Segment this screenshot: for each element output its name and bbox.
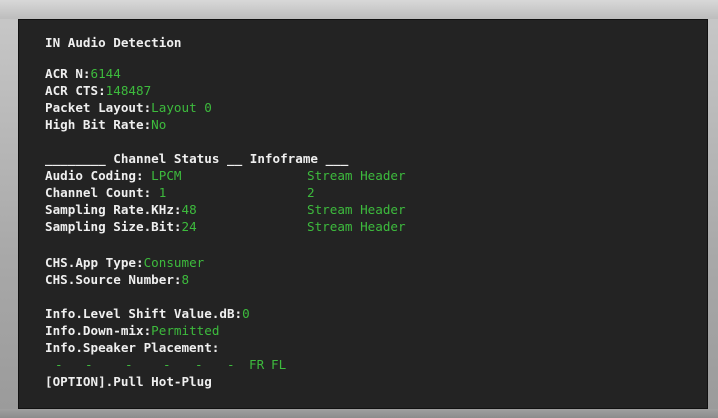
- bottom-bezel: [0, 409, 718, 418]
- acr-n-value: 6144: [90, 66, 121, 81]
- speaker-slot: -: [195, 357, 203, 372]
- table-row: Audio Coding: LPCM Stream Header: [45, 168, 605, 184]
- header-prefix: ________: [45, 151, 106, 166]
- speaker-slot: -: [227, 357, 235, 372]
- header-mid: __: [227, 151, 243, 166]
- high-bit-rate-label: High Bit Rate:: [45, 117, 152, 132]
- high-bit-rate-row: High Bit Rate:No: [45, 117, 166, 133]
- high-bit-rate-value: No: [151, 117, 167, 132]
- row-channel-value: LPCM: [151, 168, 182, 183]
- speaker-slot: -: [125, 357, 133, 372]
- speaker-placement-label: Info.Speaker Placement:: [45, 340, 220, 355]
- speaker-slot: FL: [271, 357, 287, 372]
- level-shift-row: Info.Level Shift Value.dB:0: [45, 306, 250, 322]
- chs-app-type-row: CHS.App Type:Consumer: [45, 255, 204, 271]
- packet-layout-row: Packet Layout:Layout 0: [45, 100, 212, 116]
- row-info-value: Stream Header: [307, 219, 406, 234]
- row-label: Audio Coding:: [45, 168, 152, 183]
- table-row: Sampling Rate.KHz:48 Stream Header: [45, 202, 605, 218]
- row-info-value: Stream Header: [307, 202, 406, 217]
- option-pull-hot-plug[interactable]: [OPTION].Pull Hot-Plug: [45, 374, 212, 390]
- speaker-slot: -: [163, 357, 171, 372]
- down-mix-value: Permitted: [151, 323, 220, 338]
- chs-source-number-label: CHS.Source Number:: [45, 272, 182, 287]
- chs-source-number-row: CHS.Source Number:8: [45, 272, 189, 288]
- row-info-value: Stream Header: [307, 168, 406, 183]
- level-shift-label: Info.Level Shift Value.dB:: [45, 306, 243, 321]
- row-label: Sampling Rate.KHz:: [45, 202, 182, 217]
- osd-screen: IN Audio Detection ACR N:6144 ACR CTS:14…: [18, 19, 708, 409]
- acr-n-label: ACR N:: [45, 66, 91, 81]
- chs-app-type-value: Consumer: [143, 255, 205, 270]
- table-row: Sampling Size.Bit:24 Stream Header: [45, 219, 605, 235]
- acr-cts-value: 148487: [105, 83, 152, 98]
- acr-cts-label: ACR CTS:: [45, 83, 106, 98]
- acr-cts-row: ACR CTS:148487: [45, 83, 151, 99]
- speaker-slot: FR: [249, 357, 265, 372]
- row-label: Channel Count:: [45, 185, 159, 200]
- packet-layout-label: Packet Layout:: [45, 100, 152, 115]
- level-shift-value: 0: [242, 306, 250, 321]
- table-row: Channel Count: 1 2: [45, 185, 605, 201]
- down-mix-row: Info.Down-mix:Permitted: [45, 323, 219, 339]
- speaker-slot: -: [85, 357, 93, 372]
- row-channel-value: 1: [158, 185, 167, 200]
- chs-app-type-label: CHS.App Type:: [45, 255, 144, 270]
- page-title: IN Audio Detection: [45, 35, 182, 50]
- chs-source-number-value: 8: [181, 272, 190, 287]
- row-channel-value: 48: [181, 202, 197, 217]
- header-channel-status: Channel Status: [105, 151, 227, 166]
- header-infoframe: Infoframe: [242, 151, 326, 166]
- row-info-value: 2: [307, 185, 315, 200]
- row-label: Sampling Size.Bit:: [45, 219, 182, 234]
- acr-n-row: ACR N:6144: [45, 66, 121, 82]
- row-channel-value: 24: [181, 219, 197, 234]
- top-bezel: [0, 0, 718, 19]
- header-suffix: ___: [325, 151, 349, 166]
- packet-layout-value: Layout 0: [151, 100, 212, 115]
- table-header: ________ Channel Status __ Infoframe ___: [45, 151, 348, 167]
- down-mix-label: Info.Down-mix:: [45, 323, 152, 338]
- speaker-slot: -: [55, 357, 63, 372]
